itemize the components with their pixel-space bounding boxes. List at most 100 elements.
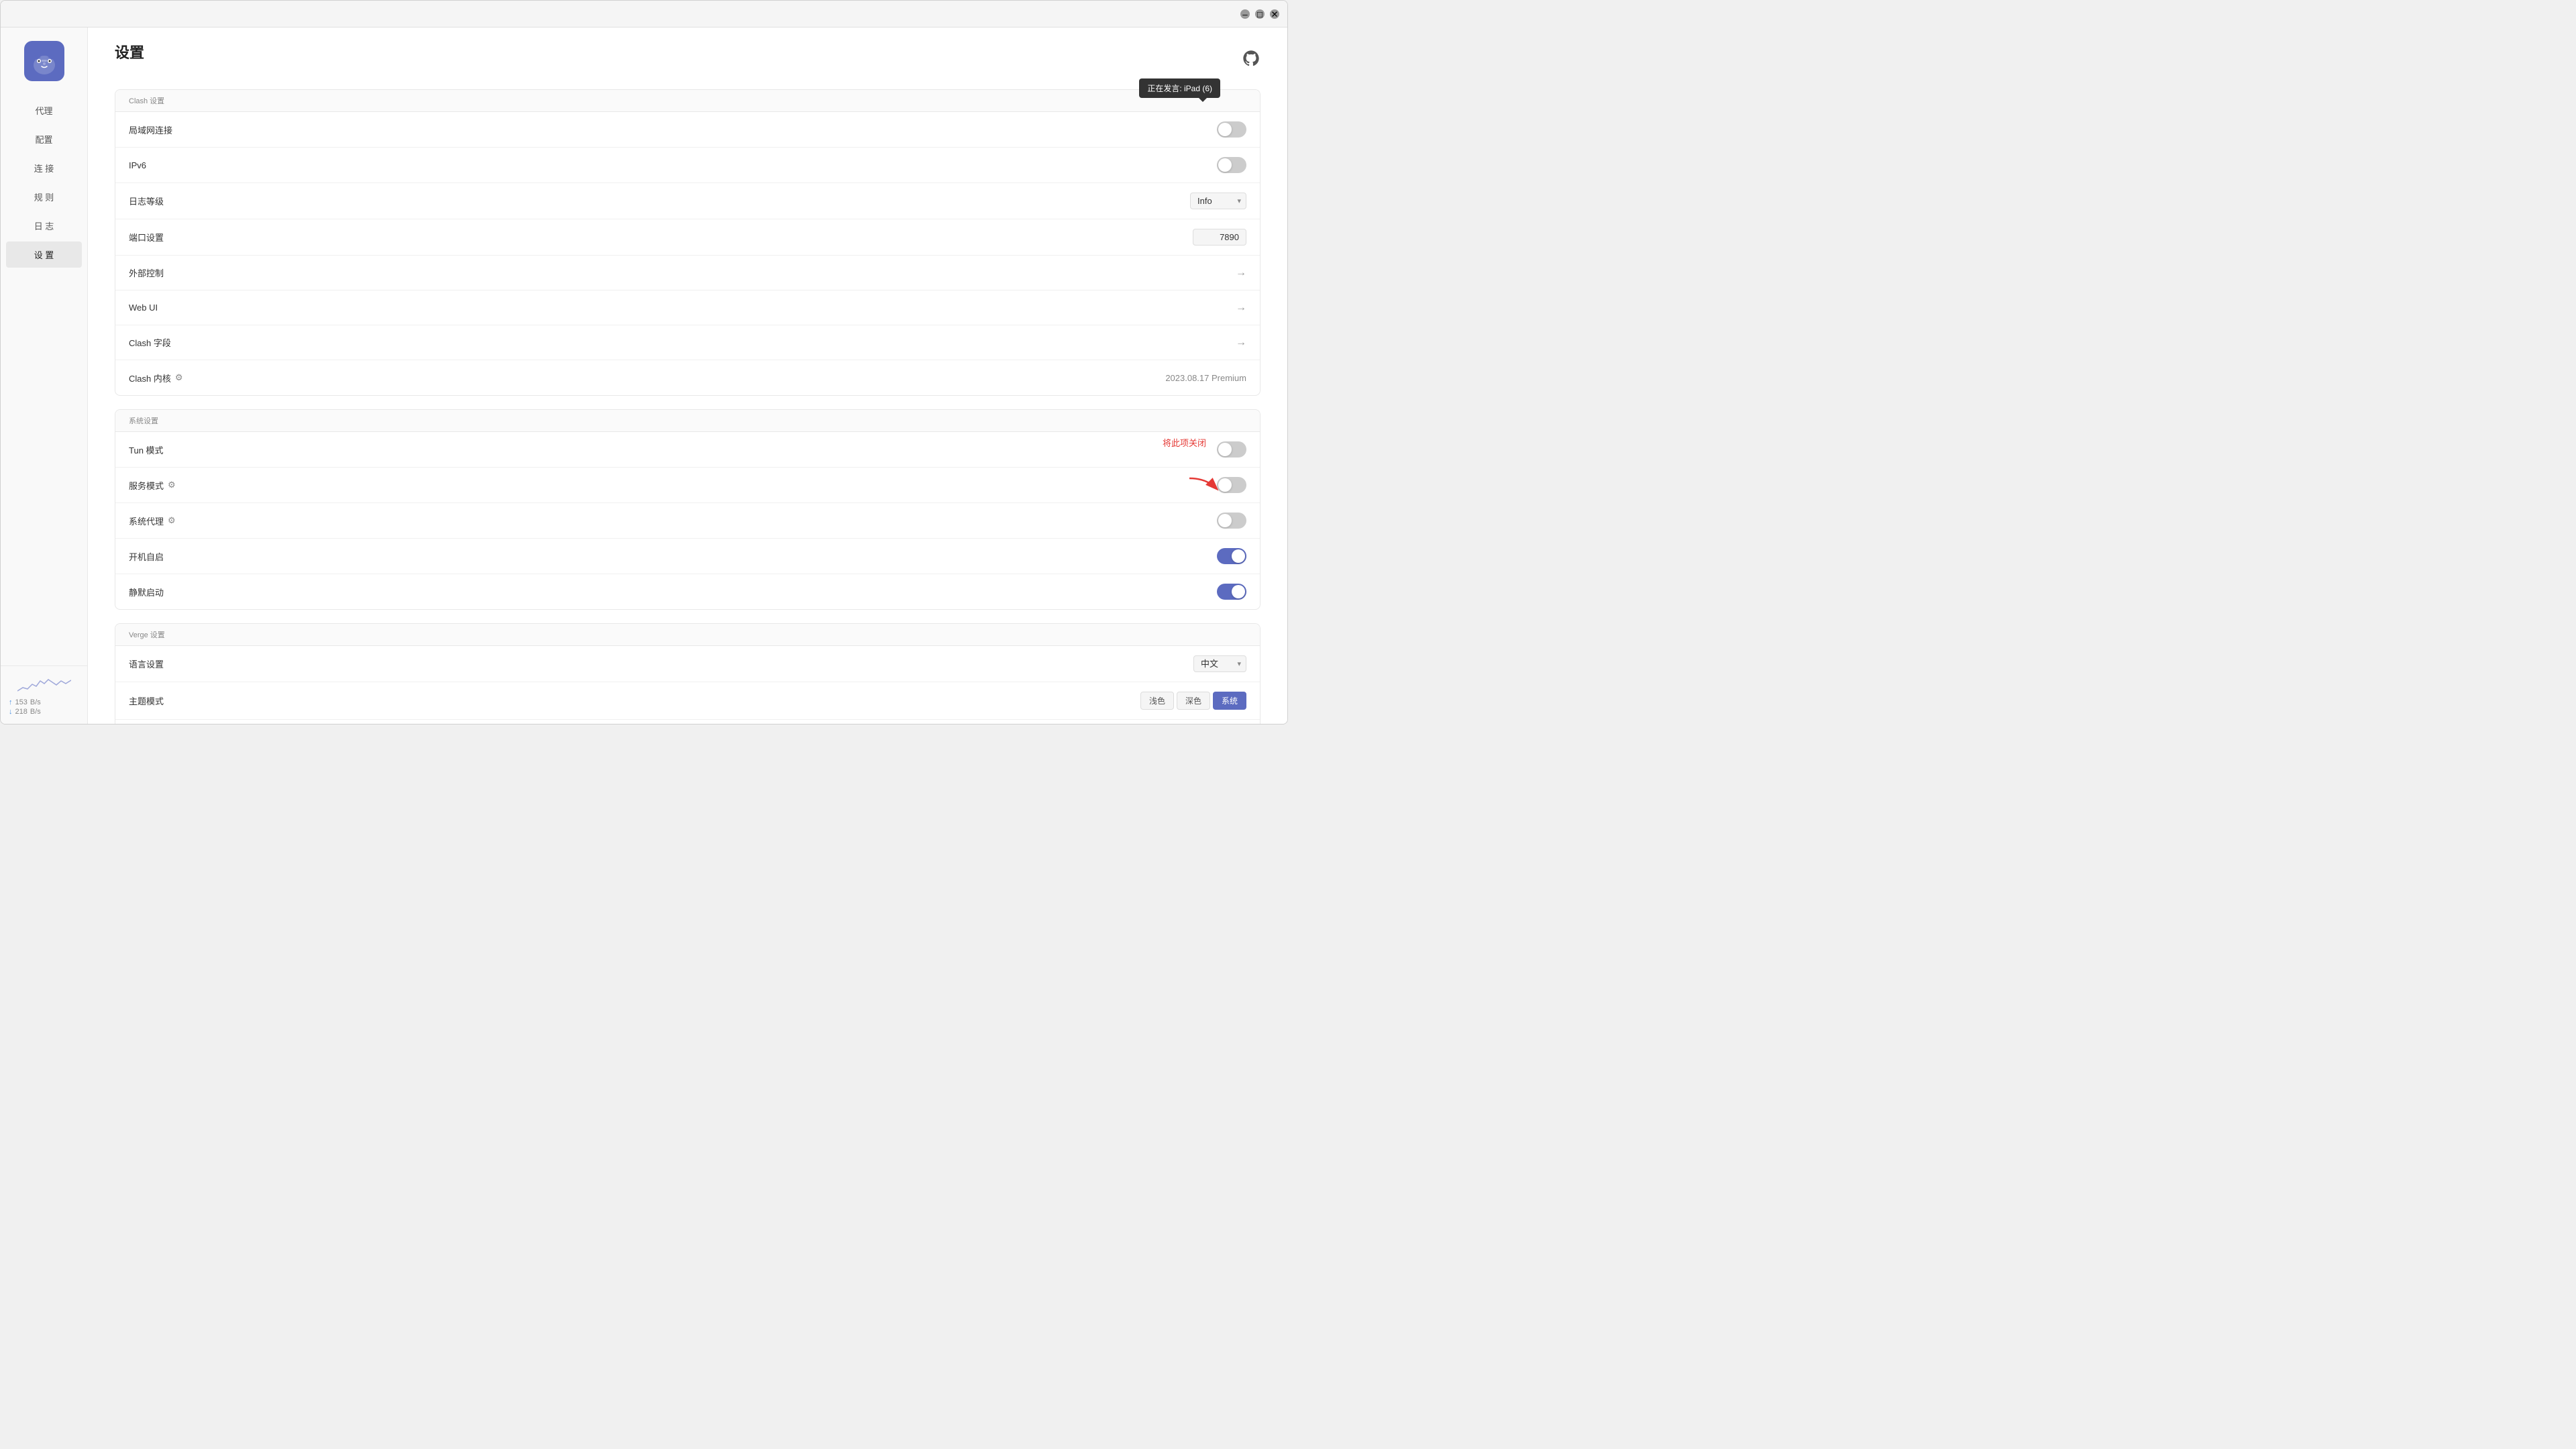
system-proxy-gear-icon[interactable]: ⚙ — [168, 515, 176, 526]
theme-btn-system[interactable]: 系统 — [1213, 692, 1246, 710]
system-proxy-label: 系统代理 ⚙ — [129, 515, 176, 527]
titlebar-buttons: – □ ✕ — [1240, 9, 1279, 19]
close-button[interactable]: ✕ — [1270, 9, 1279, 19]
sidebar-nav: 代理 配置 连 接 规 则 日 志 设 置 — [1, 97, 87, 268]
sidebar-item-config[interactable]: 配置 — [6, 126, 82, 152]
maximize-button[interactable]: □ — [1255, 9, 1265, 19]
github-icon[interactable] — [1242, 49, 1260, 68]
web-ui-control: → — [1236, 302, 1246, 314]
language-select[interactable]: 中文 English — [1193, 655, 1246, 672]
clash-fields-control: → — [1236, 337, 1246, 349]
setting-row-service-mode: 服务模式 ⚙ — [115, 468, 1260, 503]
sidebar-item-rules[interactable]: 规 则 — [6, 184, 82, 210]
tun-mode-control: 将此项关闭 — [1217, 441, 1246, 458]
log-level-label: 日志等级 — [129, 195, 164, 207]
silent-start-toggle[interactable] — [1217, 584, 1246, 600]
titlebar: – □ ✕ — [1, 1, 1287, 28]
app-body: 代理 配置 连 接 规 则 日 志 设 置 — [1, 28, 1287, 724]
sidebar-item-connect[interactable]: 连 接 — [6, 155, 82, 181]
page-title: 设置 — [115, 41, 144, 62]
system-proxy-control — [1217, 513, 1246, 529]
external-ctrl-label: 外部控制 — [129, 266, 164, 279]
theme-btn-light[interactable]: 浅色 — [1140, 692, 1174, 710]
setting-row-theme-mode: 主题模式 浅色 深色 系统 — [115, 682, 1260, 720]
download-arrow-icon: ↓ — [9, 708, 13, 716]
theme-btn-dark[interactable]: 深色 — [1177, 692, 1210, 710]
upload-unit: B/s — [30, 698, 41, 706]
silent-start-control — [1217, 584, 1246, 600]
lan-label: 局域网连接 — [129, 123, 172, 136]
setting-row-silent-start: 静默启动 — [115, 574, 1260, 609]
setting-row-log-level: 日志等级 Debug Info Warning Error Silent — [115, 183, 1260, 219]
system-section-title: 系统设置 — [115, 410, 1260, 432]
upload-speed: 153 — [15, 698, 28, 706]
upload-speed-row: ↑ 153 B/s — [9, 698, 79, 706]
ipv6-label: IPv6 — [129, 160, 146, 170]
log-level-select[interactable]: Debug Info Warning Error Silent — [1190, 193, 1246, 209]
system-settings-section: 系统设置 Tun 模式 将此项关闭 服务模式 ⚙ — [115, 409, 1260, 610]
language-dropdown-wrapper: 中文 English — [1193, 655, 1246, 672]
setting-row-clash-core: Clash 内核 ⚙ 2023.08.17 Premium — [115, 360, 1260, 395]
system-proxy-toggle[interactable] — [1217, 513, 1246, 529]
service-mode-gear-icon[interactable]: ⚙ — [168, 480, 176, 490]
setting-row-system-proxy: 系统代理 ⚙ — [115, 503, 1260, 539]
verge-section-title: Verge 设置 — [115, 624, 1260, 646]
upload-arrow-icon: ↑ — [9, 698, 13, 706]
github-tooltip: 正在发言: iPad (6) — [1139, 78, 1220, 98]
autostart-label: 开机自启 — [129, 550, 164, 563]
sidebar: 代理 配置 连 接 规 则 日 志 设 置 — [1, 28, 88, 724]
download-speed: 218 — [15, 708, 28, 716]
external-ctrl-arrow-icon[interactable]: → — [1236, 267, 1246, 279]
clash-core-control: 2023.08.17 Premium — [1165, 373, 1246, 383]
setting-row-external-ctrl: 外部控制 → — [115, 256, 1260, 290]
language-label: 语言设置 — [129, 657, 164, 670]
app-logo — [1, 41, 87, 81]
autostart-toggle[interactable] — [1217, 548, 1246, 564]
ipv6-control — [1217, 157, 1246, 173]
app-window: – □ ✕ — [0, 0, 1288, 724]
tun-mode-toggle[interactable] — [1217, 441, 1246, 458]
clash-fields-label: Clash 字段 — [129, 336, 171, 349]
clash-core-version: 2023.08.17 Premium — [1165, 373, 1246, 383]
web-ui-arrow-icon[interactable]: → — [1236, 302, 1246, 314]
service-mode-control — [1217, 477, 1246, 493]
external-ctrl-control: → — [1236, 267, 1246, 279]
sidebar-item-logs[interactable]: 日 志 — [6, 213, 82, 239]
silent-start-label: 静默启动 — [129, 586, 164, 598]
lan-toggle[interactable] — [1217, 121, 1246, 138]
verge-settings-section: Verge 设置 语言设置 中文 English — [115, 623, 1260, 724]
setting-row-autostart: 开机自启 — [115, 539, 1260, 574]
setting-row-tun-mode: Tun 模式 将此项关闭 — [115, 432, 1260, 468]
sidebar-item-proxy[interactable]: 代理 — [6, 97, 82, 123]
clash-section-title: Clash 设置 — [115, 90, 1260, 112]
theme-mode-control: 浅色 深色 系统 — [1140, 692, 1246, 710]
log-level-control: Debug Info Warning Error Silent — [1190, 193, 1246, 209]
clash-fields-arrow-icon[interactable]: → — [1236, 337, 1246, 349]
port-label: 端口设置 — [129, 231, 164, 244]
setting-row-port: 端口设置 — [115, 219, 1260, 256]
setting-row-clash-fields: Clash 字段 → — [115, 325, 1260, 360]
web-ui-label: Web UI — [129, 303, 158, 313]
service-mode-label: 服务模式 ⚙ — [129, 479, 176, 492]
log-level-dropdown-wrapper: Debug Info Warning Error Silent — [1190, 193, 1246, 209]
clash-settings-section: Clash 设置 局域网连接 IPv6 日志等级 — [115, 89, 1260, 396]
port-input[interactable] — [1193, 229, 1246, 246]
minimize-button[interactable]: – — [1240, 9, 1250, 19]
clash-core-gear-icon[interactable]: ⚙ — [175, 372, 183, 383]
setting-row-lan: 局域网连接 — [115, 112, 1260, 148]
service-mode-toggle[interactable] — [1217, 477, 1246, 493]
theme-mode-label: 主题模式 — [129, 694, 164, 707]
main-content: 设置 正在发言: iPad (6) Clash 设置 局域网连接 — [88, 28, 1287, 724]
clash-core-label: Clash 内核 ⚙ — [129, 372, 183, 384]
ipv6-toggle[interactable] — [1217, 157, 1246, 173]
download-speed-row: ↓ 218 B/s — [9, 708, 79, 716]
setting-row-theme-settings: 主题设置 → — [115, 720, 1260, 724]
lan-control — [1217, 121, 1246, 138]
speed-graph — [17, 674, 71, 694]
setting-row-language: 语言设置 中文 English — [115, 646, 1260, 682]
sidebar-item-settings[interactable]: 设 置 — [6, 241, 82, 268]
autostart-control — [1217, 548, 1246, 564]
setting-row-web-ui: Web UI → — [115, 290, 1260, 325]
tun-mode-label: Tun 模式 — [129, 443, 164, 456]
language-control: 中文 English — [1193, 655, 1246, 672]
